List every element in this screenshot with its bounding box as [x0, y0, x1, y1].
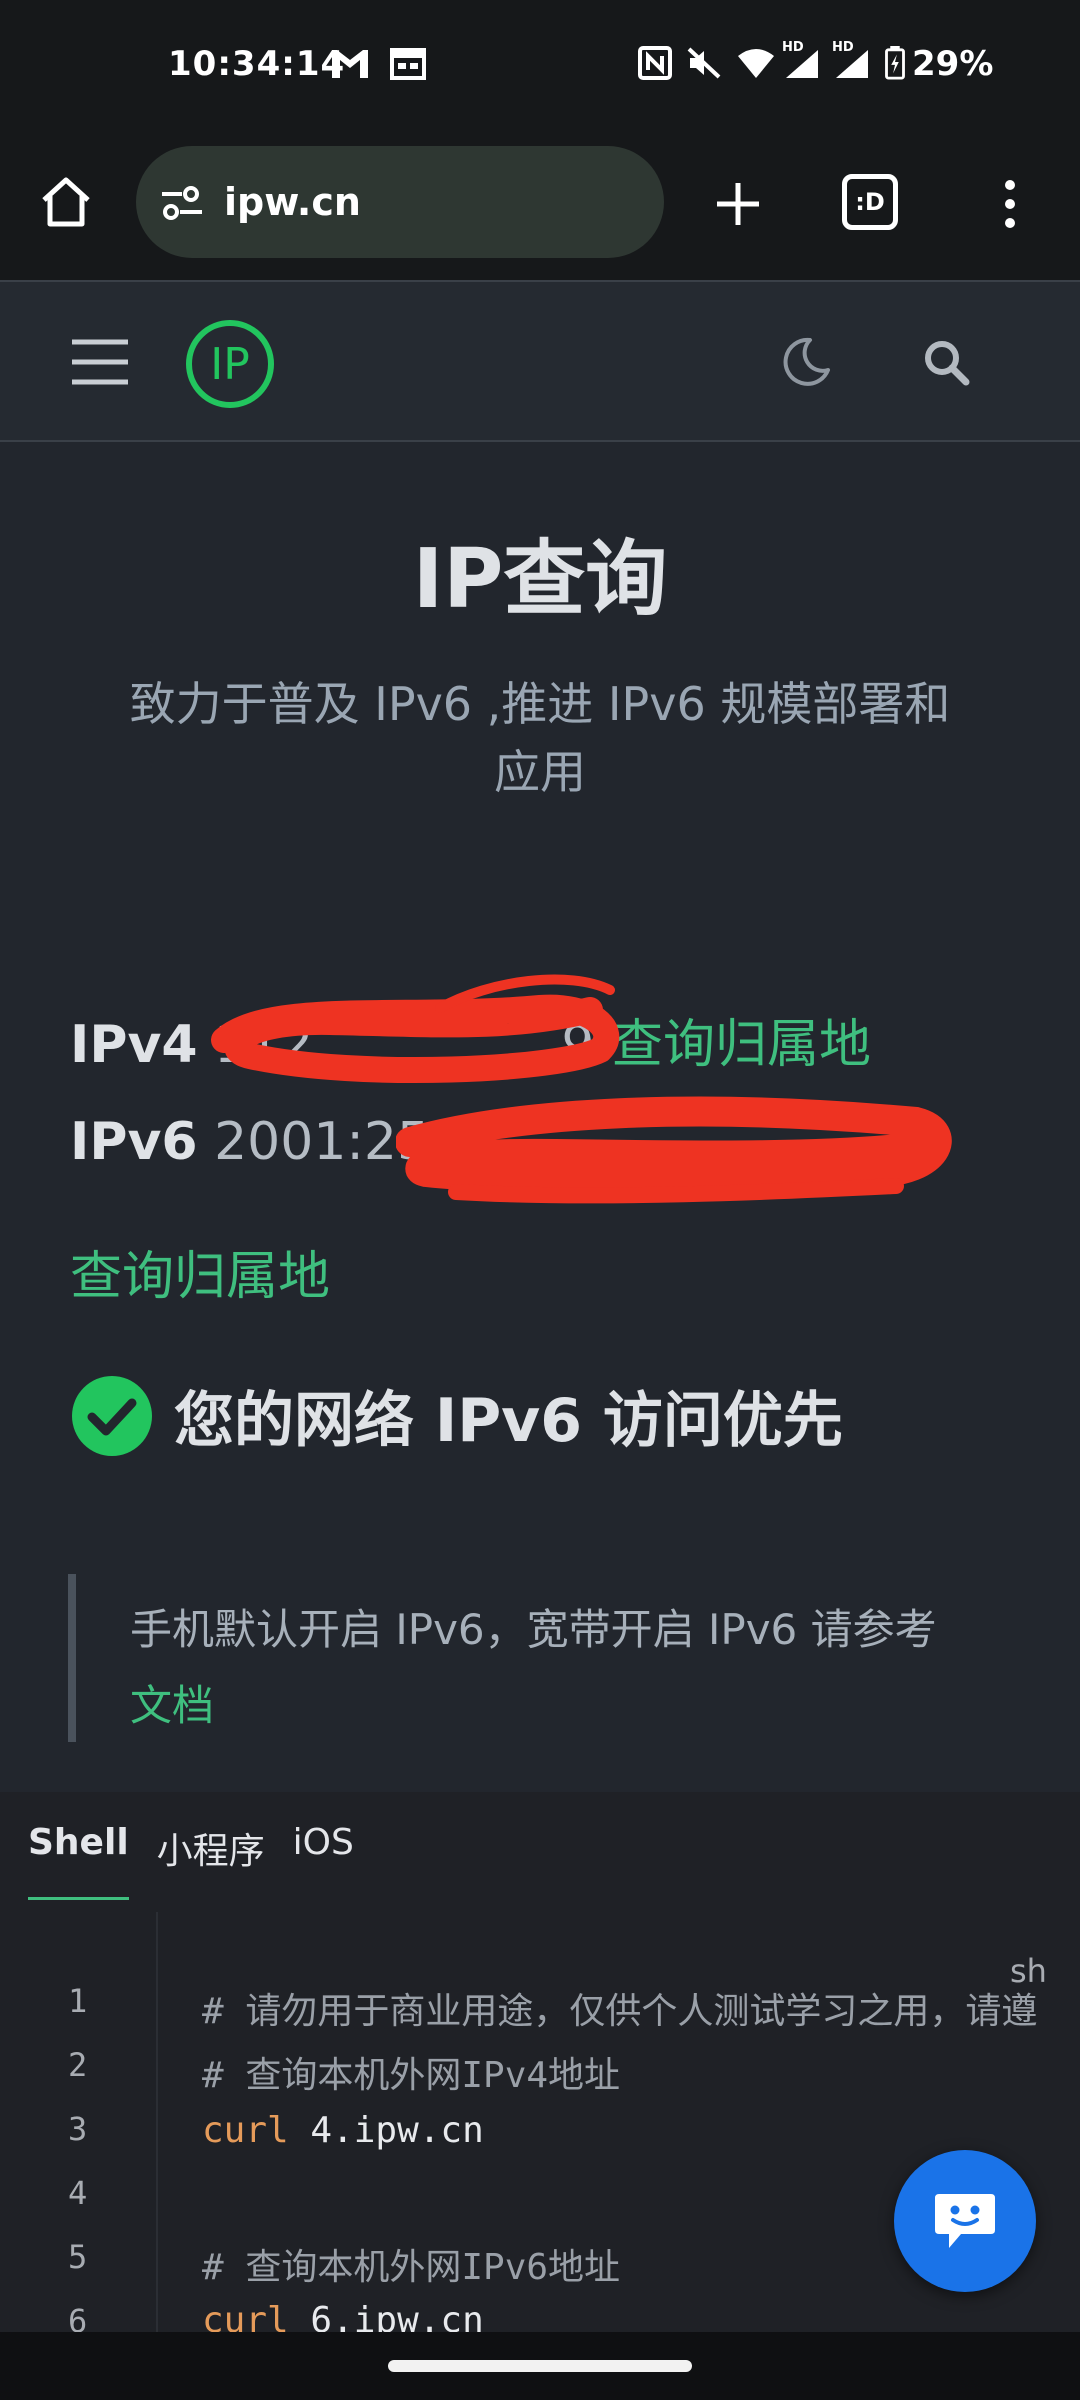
ipv6-lookup-link[interactable]: 查询归属地 [70, 1234, 330, 1309]
tab-switcher-button[interactable]: :D [842, 174, 898, 230]
chat-support-button[interactable] [894, 2150, 1036, 2292]
code-line-6: curl 6.ipw.cn [202, 2300, 484, 2332]
code-line-3: curl 4.ipw.cn [202, 2110, 484, 2151]
home-gesture-handle[interactable] [388, 2360, 692, 2372]
status-time: 10:34:14 [168, 44, 346, 84]
browser-menu-button[interactable] [990, 166, 1030, 242]
mute-icon [687, 47, 721, 79]
cell-signal-icon-2: HD [832, 40, 872, 80]
wifi-icon [738, 49, 774, 78]
hamburger-icon [72, 339, 128, 385]
tab-miniprogram[interactable]: 小程序 [157, 1822, 265, 1900]
dark-mode-toggle[interactable] [780, 334, 834, 388]
battery-charging-icon [885, 46, 905, 80]
ipv6-status-text: 您的网络 IPv6 访问优先 [174, 1386, 843, 1456]
line-number: 4 [68, 2174, 88, 2212]
site-logo[interactable]: IP [186, 320, 274, 408]
code-argument: 4.ipw.cn [288, 2110, 484, 2151]
quote-text: 手机默认开启 IPv6，宽带开启 IPv6 请参考 文档 [130, 1592, 1010, 1744]
code-command: curl [202, 2300, 289, 2332]
line-number: 3 [68, 2110, 88, 2148]
ipv6-label: IPv6 [70, 1112, 198, 1172]
quote-body: 手机默认开启 IPv6，宽带开启 IPv6 请参考 [130, 1605, 937, 1654]
code-argument: 6.ipw.cn [288, 2300, 484, 2332]
code-line-2: # 查询本机外网IPv4地址 [202, 2055, 621, 2096]
plus-icon [717, 183, 759, 225]
line-number: 5 [68, 2238, 88, 2276]
status-bar: 10:34:14 HD HD 29% [0, 0, 1080, 130]
docs-link[interactable]: 文档 [130, 1681, 214, 1730]
code-tabs: Shell 小程序 iOS [28, 1822, 354, 1900]
page-title: IP查询 [412, 532, 668, 627]
site-logo-text: IP [210, 338, 250, 390]
ipv6-status: 您的网络 IPv6 访问优先 [70, 1372, 843, 1459]
page-subtitle: 致力于普及 IPv6 ,推进 IPv6 规模部署和 应用 [60, 670, 1020, 806]
main-content: IP查询 致力于普及 IPv6 ,推进 IPv6 规模部署和 应用 IPv4 1… [0, 442, 1080, 1792]
redaction-scribble-ipv4 [211, 974, 620, 1084]
tab-shell[interactable]: Shell [28, 1822, 129, 1900]
code-command: curl [202, 2110, 289, 2151]
line-number: 2 [68, 2046, 88, 2084]
url-text: ipw.cn [224, 180, 361, 224]
calendar-icon [390, 48, 426, 80]
site-settings-icon[interactable] [158, 182, 206, 224]
browser-toolbar: ipw.cn :D [0, 130, 1080, 280]
subtitle-line-1: 致力于普及 IPv6 ,推进 IPv6 规模部署和 [129, 677, 951, 731]
code-line-5: # 查询本机外网IPv6地址 [202, 2247, 621, 2288]
more-vert-icon [1005, 180, 1015, 228]
home-button[interactable] [30, 166, 102, 238]
chat-bot-icon [935, 2194, 995, 2248]
ipv6-row: IPv6 2001:25 [70, 1112, 430, 1172]
cell-signal-icon-1: HD [782, 40, 822, 80]
nfc-icon [638, 46, 672, 80]
code-line-1: # 请勿用于商业用途，仅供个人测试学习之用，请遵 [202, 1991, 1038, 2032]
home-icon [42, 177, 90, 227]
tab-switcher-label: :D [855, 188, 885, 216]
search-button[interactable] [922, 338, 972, 388]
ipv4-lookup-link[interactable]: 查询归属地 [611, 1015, 871, 1075]
subtitle-line-2: 应用 [494, 745, 586, 799]
system-nav-bar [0, 2332, 1080, 2400]
line-number-gutter: 1 2 3 4 5 6 [28, 1912, 158, 2332]
tab-ios[interactable]: iOS [293, 1822, 354, 1900]
address-bar[interactable]: ipw.cn [136, 146, 664, 258]
ipv4-label: IPv4 [70, 1015, 198, 1075]
ipv6-tip-quote: 手机默认开启 IPv6，宽带开启 IPv6 请参考 文档 [68, 1574, 1028, 1742]
check-circle-icon [72, 1375, 152, 1456]
site-header: IP [0, 280, 1080, 442]
battery-percent: 29% [912, 44, 994, 84]
gmail-icon [332, 50, 368, 78]
search-icon [925, 341, 970, 386]
redaction-scribble-ipv6 [396, 1096, 952, 1204]
new-tab-button[interactable] [700, 166, 776, 242]
moon-icon [783, 337, 830, 386]
line-number: 6 [68, 2302, 88, 2332]
hamburger-menu-button[interactable] [68, 334, 132, 390]
line-number: 1 [68, 1982, 88, 2020]
